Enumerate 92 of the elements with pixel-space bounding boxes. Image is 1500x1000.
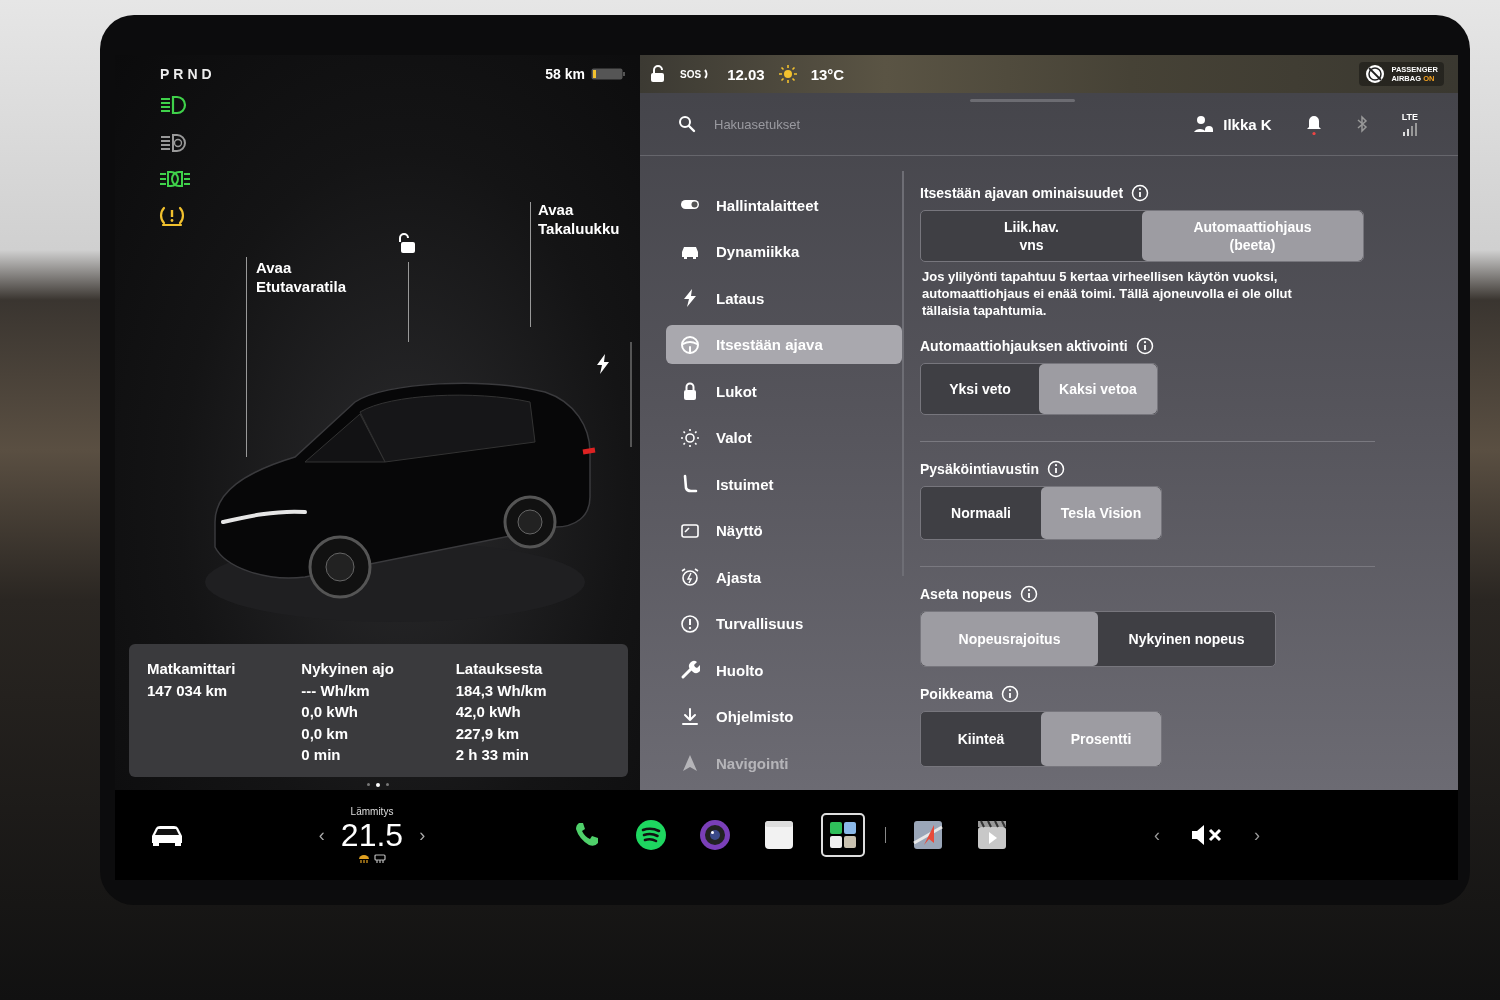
section-title: Automaattiohjauksen aktivointi bbox=[920, 338, 1128, 354]
airbag-off-icon bbox=[1365, 64, 1386, 84]
page-dot[interactable] bbox=[385, 783, 389, 786]
navigation-arrow-icon bbox=[680, 753, 700, 774]
option-button[interactable]: Liik.hav. vns bbox=[921, 211, 1142, 261]
streaming-app-icon bbox=[635, 819, 667, 851]
stat-value: --- Wh/km bbox=[301, 680, 371, 701]
info-icon bbox=[1019, 585, 1038, 603]
parking-light-icon bbox=[159, 170, 191, 188]
app-launcher-button[interactable] bbox=[821, 813, 865, 857]
notepad-icon bbox=[763, 819, 795, 851]
stat-value: 147 034 km bbox=[147, 680, 229, 701]
clock-time: 12.03 bbox=[727, 65, 765, 83]
settings-menu-item[interactable]: Turvallisuus bbox=[666, 604, 902, 644]
option-button[interactable]: Kiinteä bbox=[921, 712, 1041, 766]
section-title: Pysäköintiavustin bbox=[920, 461, 1040, 477]
search-field[interactable]: Hakuasetukset bbox=[712, 115, 916, 133]
sos-label: SOS bbox=[680, 68, 702, 80]
download-icon bbox=[680, 706, 700, 727]
sun-icon bbox=[680, 427, 700, 448]
auto-headlight-icon bbox=[159, 132, 189, 154]
gear-selector[interactable]: PRND bbox=[160, 66, 216, 82]
alarm-clock-icon bbox=[680, 567, 700, 588]
stat-value: 184,3 Wh/km bbox=[455, 680, 548, 701]
settings-menu-item[interactable]: Lukot bbox=[666, 371, 902, 411]
stat-value: 42,0 kWh bbox=[455, 702, 522, 722]
settings-menu-item[interactable]: Huolto bbox=[666, 650, 902, 690]
settings-menu-item[interactable]: Hallintalaitteet bbox=[666, 186, 902, 225]
clapperboard-icon bbox=[976, 819, 1008, 851]
unlocked-padlock-icon bbox=[650, 65, 666, 83]
volume-up-button[interactable]: › bbox=[1254, 824, 1260, 846]
wrench-icon bbox=[680, 660, 700, 681]
settings-menu-item[interactable]: Lataus bbox=[666, 278, 902, 318]
signal-bars-icon bbox=[1401, 122, 1418, 136]
settings-menu-item[interactable]: Valot bbox=[666, 418, 902, 458]
unlocked-padlock-icon bbox=[398, 232, 416, 254]
temperature-down-button[interactable]: ‹ bbox=[318, 825, 325, 846]
person-icon bbox=[1194, 115, 1215, 133]
trunk-open-label[interactable]: Avaa Takaluukku bbox=[538, 200, 620, 238]
outside-temperature: 13°C bbox=[810, 65, 845, 83]
bluetooth-icon bbox=[1355, 115, 1368, 133]
stat-value: 0,0 kWh bbox=[301, 702, 359, 722]
bell-icon bbox=[1305, 113, 1322, 135]
stat-title: Latauksesta bbox=[455, 659, 544, 679]
network-label: LTE bbox=[1401, 112, 1418, 122]
volume-down-button[interactable]: ‹ bbox=[1154, 824, 1160, 846]
battery-icon bbox=[591, 68, 625, 80]
frunk-open-label[interactable]: Avaa Etutavaratila bbox=[256, 258, 347, 296]
headlight-icon bbox=[159, 94, 189, 116]
climate-mode-label: Lämmitys bbox=[350, 806, 394, 817]
steering-wheel-icon bbox=[680, 334, 700, 355]
settings-menu-item[interactable]: Dynamiikka bbox=[666, 232, 902, 272]
page-dot[interactable] bbox=[366, 783, 370, 786]
stat-value: 0 min bbox=[301, 745, 342, 765]
mute-icon[interactable] bbox=[1190, 824, 1224, 846]
section-title: Poikkeama bbox=[920, 686, 994, 702]
stat-title: Matkamittari bbox=[147, 659, 237, 679]
info-icon bbox=[1131, 184, 1150, 202]
option-button[interactable]: Normaali bbox=[921, 487, 1041, 539]
cabin-temperature[interactable]: 21.5 bbox=[340, 817, 404, 854]
settings-menu-item[interactable]: Ohjelmisto bbox=[666, 697, 902, 737]
seat-heater-icon bbox=[358, 854, 370, 864]
stat-title: Nykyinen ajo bbox=[301, 659, 395, 679]
temperature-up-button[interactable]: › bbox=[419, 825, 426, 846]
page-dot[interactable] bbox=[375, 783, 380, 787]
settings-menu-item[interactable]: Näyttö bbox=[666, 511, 902, 551]
section-title: Itsestään ajavan ominaisuudet bbox=[920, 185, 1124, 201]
stat-value: 227,9 km bbox=[455, 723, 521, 744]
range-reading: 58 km bbox=[545, 66, 585, 82]
stat-value: 2 h 33 min bbox=[455, 745, 530, 765]
settings-menu-item[interactable]: Istuimet bbox=[666, 464, 902, 504]
map-icon bbox=[912, 819, 944, 851]
option-button[interactable]: Nykyinen nopeus bbox=[1098, 612, 1275, 666]
stat-value: 0,0 km bbox=[301, 723, 350, 744]
info-icon bbox=[1135, 337, 1154, 355]
tire-pressure-icon bbox=[159, 204, 185, 228]
app-grid-icon bbox=[827, 819, 859, 851]
settings-menu-item[interactable]: Ajasta bbox=[666, 557, 902, 597]
alert-icon bbox=[680, 613, 700, 634]
sun-icon bbox=[778, 65, 797, 83]
profile-button[interactable]: Ilkka K bbox=[1194, 115, 1272, 133]
drag-handle[interactable] bbox=[970, 99, 1075, 102]
warning-text: Jos ylilyönti tapahtuu 5 kertaa virheellisen käytön vuoksi, automaattiohjaus ei enää toimi. Tällä ajoneuvolla ei ole ollut tällaisia tapahtumia. bbox=[922, 268, 1293, 319]
info-icon bbox=[1047, 460, 1066, 478]
section-title: Aseta nopeus bbox=[920, 586, 1012, 602]
charge-port-icon bbox=[596, 354, 610, 374]
option-button[interactable]: Yksi veto bbox=[921, 364, 1039, 414]
info-icon bbox=[1001, 685, 1020, 703]
search-icon bbox=[678, 115, 696, 133]
camera-lens-icon bbox=[699, 819, 731, 851]
defrost-icon bbox=[374, 854, 386, 864]
car-icon[interactable] bbox=[149, 823, 185, 847]
